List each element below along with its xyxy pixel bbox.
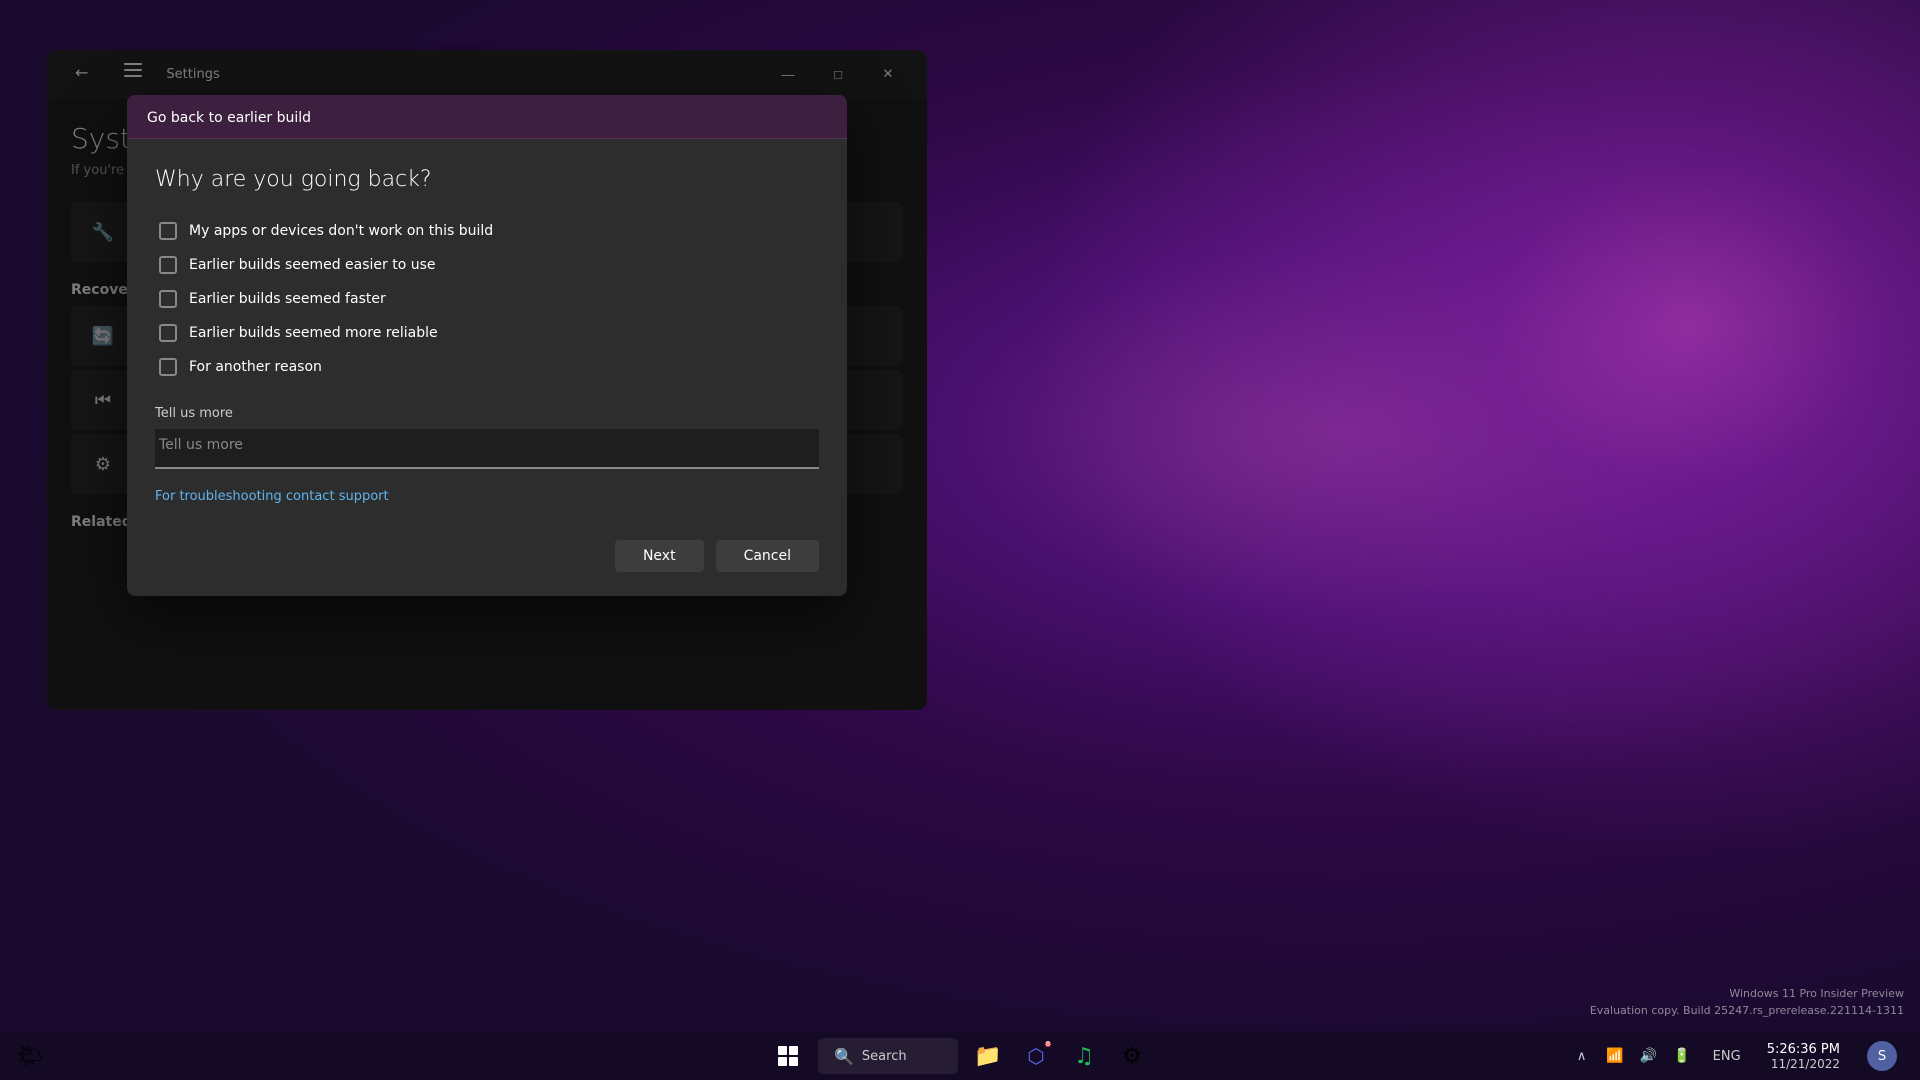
start-button[interactable] xyxy=(766,1034,810,1078)
discord-icon: ⬡ xyxy=(1027,1044,1044,1068)
tell-us-textarea[interactable] xyxy=(155,429,819,469)
tell-us-label: Tell us more xyxy=(155,406,819,421)
checkbox-label-2: Earlier builds seemed easier to use xyxy=(189,257,436,273)
language-indicator[interactable]: ENG xyxy=(1707,1045,1747,1068)
go-back-dialog: Go back to earlier build Why are you goi… xyxy=(127,95,847,596)
clock-time: 5:26:36 PM xyxy=(1767,1042,1840,1057)
tray-expand-button[interactable]: ∧ xyxy=(1573,1045,1591,1068)
system-tray: ∧ 📶 🔊 🔋 ENG 5:26:36 PM 11/21/2022 S xyxy=(1557,1032,1920,1080)
search-icon: 🔍 xyxy=(834,1047,854,1066)
clock-area[interactable]: 5:26:36 PM 11/21/2022 xyxy=(1759,1038,1848,1075)
windows-logo xyxy=(778,1046,798,1066)
checkbox-label-4: Earlier builds seemed more reliable xyxy=(189,325,438,341)
dialog-body: Why are you going back? My apps or devic… xyxy=(127,139,847,524)
checkbox-item-5[interactable]: For another reason xyxy=(155,352,819,382)
discord-notification-badge: 8 xyxy=(1044,1040,1052,1048)
volume-icon[interactable]: 🔊 xyxy=(1636,1044,1661,1068)
network-icon[interactable]: 📶 xyxy=(1602,1044,1627,1068)
search-button[interactable]: 🔍 Search xyxy=(818,1038,958,1074)
dialog-header-title: Go back to earlier build xyxy=(147,110,311,126)
checkbox-item-2[interactable]: Earlier builds seemed easier to use xyxy=(155,250,819,280)
dialog-footer: Next Cancel xyxy=(127,524,847,596)
gear-icon: ⚙ xyxy=(1122,1044,1142,1069)
clock-date: 11/21/2022 xyxy=(1771,1057,1840,1071)
dialog-header: Go back to earlier build xyxy=(127,95,847,139)
notification-center-button[interactable]: S xyxy=(1860,1034,1904,1078)
taskbar: 🌤 🔍 Search 📁 ⬡ 8 ♫ xyxy=(0,1032,1920,1080)
spotify-button[interactable]: ♫ xyxy=(1062,1034,1106,1078)
tray-icons: 📶 🔊 🔋 xyxy=(1602,1044,1694,1068)
support-link[interactable]: For troubleshooting contact support xyxy=(155,489,389,504)
cancel-button[interactable]: Cancel xyxy=(716,540,819,572)
dialog-overlay: Go back to earlier build Why are you goi… xyxy=(47,50,927,710)
avatar: S xyxy=(1867,1041,1897,1071)
settings-taskbar-button[interactable]: ⚙ xyxy=(1110,1034,1154,1078)
search-label: Search xyxy=(862,1049,907,1064)
discord-button[interactable]: ⬡ 8 xyxy=(1014,1034,1058,1078)
taskbar-center: 🔍 Search 📁 ⬡ 8 ♫ ⚙ xyxy=(766,1034,1154,1078)
checkbox-reliable[interactable] xyxy=(159,324,177,342)
checkbox-item-3[interactable]: Earlier builds seemed faster xyxy=(155,284,819,314)
checkbox-label-1: My apps or devices don't work on this bu… xyxy=(189,223,493,239)
checkbox-item-4[interactable]: Earlier builds seemed more reliable xyxy=(155,318,819,348)
checkbox-item-1[interactable]: My apps or devices don't work on this bu… xyxy=(155,216,819,246)
spotify-icon: ♫ xyxy=(1074,1044,1094,1069)
checkbox-other[interactable] xyxy=(159,358,177,376)
file-explorer-icon: 📁 xyxy=(974,1044,1001,1069)
checkbox-apps[interactable] xyxy=(159,222,177,240)
checkbox-easier[interactable] xyxy=(159,256,177,274)
dialog-question: Why are you going back? xyxy=(155,167,819,192)
battery-icon[interactable]: 🔋 xyxy=(1669,1044,1694,1068)
next-button[interactable]: Next xyxy=(615,540,704,572)
checkbox-label-5: For another reason xyxy=(189,359,322,375)
checkbox-group: My apps or devices don't work on this bu… xyxy=(155,216,819,382)
checkbox-faster[interactable] xyxy=(159,290,177,308)
taskbar-left: 🌤 xyxy=(16,1044,44,1069)
file-explorer-button[interactable]: 📁 xyxy=(966,1034,1010,1078)
checkbox-label-3: Earlier builds seemed faster xyxy=(189,291,386,307)
weather-icon[interactable]: 🌤 xyxy=(16,1044,44,1069)
build-info: Windows 11 Pro Insider Preview Evaluatio… xyxy=(1590,985,1904,1020)
